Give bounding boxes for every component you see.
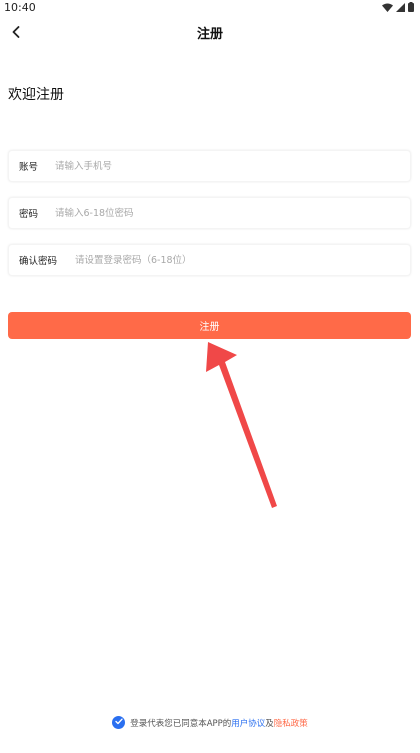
agreement-and: 及 (265, 718, 274, 729)
privacy-policy-link[interactable]: 隐私政策 (274, 717, 308, 729)
confirm-password-field: 确认密码 (8, 244, 411, 276)
agreement-row: 登录代表您已同意本APP的 用户协议 及 隐私政策 (0, 716, 420, 729)
battery-icon (408, 2, 414, 12)
account-field: 账号 (8, 150, 411, 182)
status-bar: 10:40 (0, 0, 420, 16)
password-label: 密码 (19, 209, 39, 220)
password-field: 密码 (8, 197, 411, 229)
confirm-password-label: 确认密码 (19, 256, 58, 267)
phone-input[interactable] (55, 151, 410, 181)
agreement-text: 登录代表您已同意本APP的 (130, 718, 232, 729)
status-icons (382, 2, 414, 12)
page-title: 注册 (196, 27, 223, 42)
annotation-arrow-icon (206, 342, 277, 508)
account-label: 账号 (19, 162, 39, 173)
user-agreement-link[interactable]: 用户协议 (231, 717, 265, 729)
wifi-icon (382, 3, 393, 12)
password-input[interactable] (55, 198, 410, 228)
register-button[interactable]: 注册 (8, 312, 411, 339)
checkmark-icon (114, 718, 123, 728)
confirm-password-input[interactable] (75, 245, 410, 275)
signal-icon (396, 2, 405, 12)
nav-bar: 注册 (0, 16, 420, 48)
agree-checkbox[interactable] (112, 716, 126, 729)
welcome-heading: 欢迎注册 (8, 87, 64, 103)
status-time: 10:40 (4, 1, 36, 14)
